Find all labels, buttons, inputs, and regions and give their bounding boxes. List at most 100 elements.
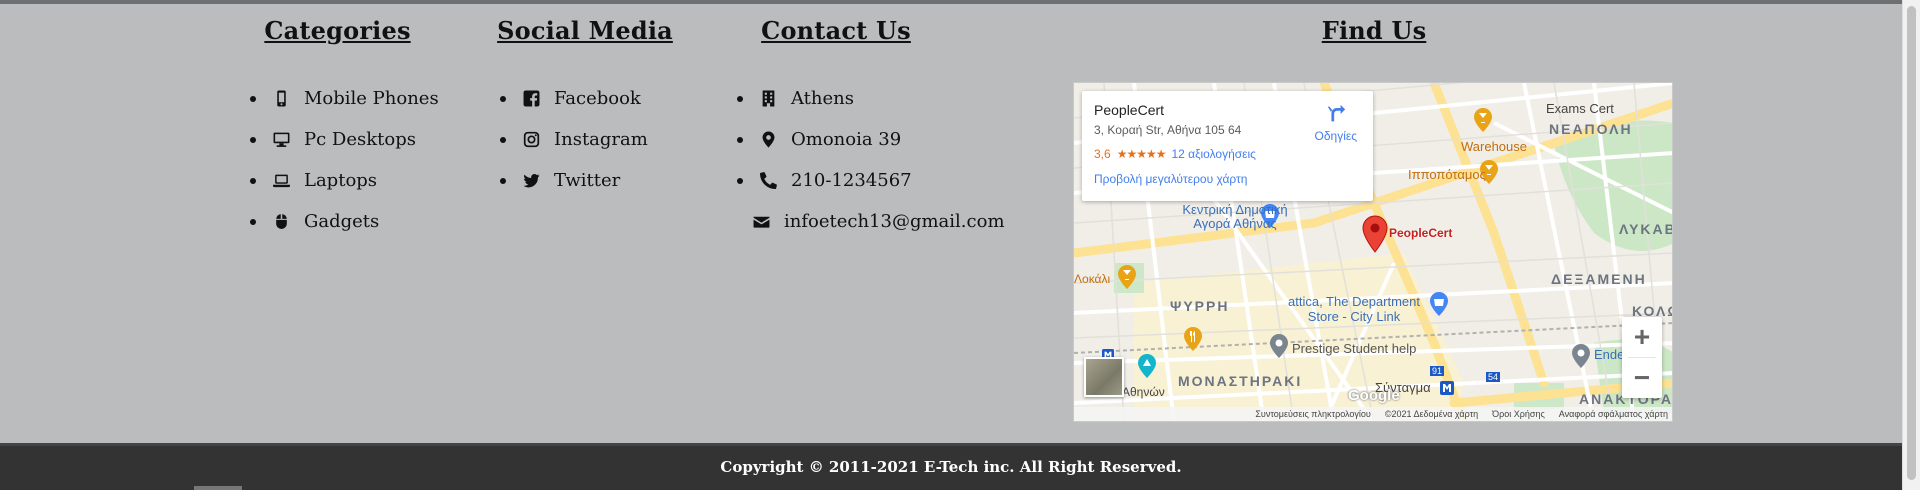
category-item-gadgets[interactable]: Gadgets — [250, 201, 445, 242]
scrollbar-thumb[interactable] — [1907, 6, 1916, 480]
social-label: Instagram — [554, 129, 648, 150]
bullet — [250, 177, 256, 184]
google-logo[interactable]: Google — [1348, 387, 1400, 404]
place-marker-icon[interactable] — [1268, 333, 1290, 359]
bar-marker-icon[interactable] — [1472, 107, 1494, 133]
category-label: Mobile Phones — [304, 88, 439, 109]
social-section: Social Media Facebook Instagram Twitter — [497, 16, 680, 201]
directions-button[interactable]: Οδηγίες — [1314, 103, 1358, 143]
place-info-card: PeopleCert 3, Κοραή Str, Αθήνα 105 64 3,… — [1082, 91, 1373, 201]
shopping-marker-icon[interactable] — [1428, 291, 1450, 317]
bullet — [500, 177, 506, 184]
map-label: ΔΕΞΑΜΕΝΗ — [1551, 271, 1647, 287]
social-item-twitter[interactable]: Twitter — [500, 160, 680, 201]
pin-label: PeopleCert — [1389, 226, 1453, 240]
bullet — [737, 177, 743, 184]
social-item-instagram[interactable]: Instagram — [500, 119, 680, 160]
map-label: attica, The Department Store - City Link — [1288, 294, 1420, 324]
contact-section: Contact Us Athens Omonoia 39 210-1234567… — [737, 16, 1005, 242]
rating-stars: ★★★★★ — [1116, 147, 1167, 161]
keyboard-shortcuts-link[interactable]: Συντομεύσεις πληκτρολογίου — [1255, 409, 1370, 419]
bullet — [737, 136, 743, 143]
metro-icon — [1440, 381, 1454, 395]
location-pin-icon[interactable] — [1362, 215, 1388, 253]
facebook-icon — [522, 90, 540, 108]
zoom-out-button[interactable]: − — [1622, 358, 1662, 398]
categories-list: Mobile Phones Pc Desktops Laptops Gadget… — [250, 78, 445, 242]
directions-label: Οδηγίες — [1314, 129, 1358, 143]
mobile-icon — [272, 90, 290, 108]
rating-value: 3,6 — [1094, 147, 1111, 161]
map-attribution-bar: Συντομεύσεις πληκτρολογίου ©2021 Δεδομέν… — [1074, 407, 1672, 421]
map-data-label: ©2021 Δεδομένα χάρτη — [1384, 409, 1479, 419]
bullet — [250, 218, 256, 225]
bullet — [500, 136, 506, 143]
bullet — [737, 95, 743, 102]
map-label: Λοκάλι — [1074, 272, 1111, 286]
map-label: ΨΥΡΡΗ — [1170, 298, 1230, 314]
reviews-link[interactable]: 12 αξιολογήσεις — [1171, 147, 1255, 161]
twitter-icon — [522, 172, 540, 190]
bar-marker-icon[interactable] — [1116, 264, 1138, 290]
building-icon — [759, 90, 777, 108]
find-us-section: Find Us — [1074, 16, 1674, 45]
satellite-thumbnail[interactable] — [1084, 357, 1124, 397]
map-label: ΝΕΑΠΟΛΗ — [1549, 121, 1633, 137]
map-label: Αθηνών — [1122, 385, 1165, 399]
restaurant-marker-icon[interactable] — [1182, 326, 1204, 352]
map-label: Κεντρική Δημοτική Αγορά Αθήνας — [1182, 202, 1288, 231]
contact-address: Omonoia 39 — [791, 129, 902, 150]
zoom-in-button[interactable]: + — [1622, 317, 1662, 357]
social-list: Facebook Instagram Twitter — [500, 78, 680, 201]
categories-section: Categories Mobile Phones Pc Desktops Lap… — [250, 16, 445, 242]
contact-item-city: Athens — [737, 78, 997, 119]
social-item-facebook[interactable]: Facebook — [500, 78, 680, 119]
vertical-scrollbar[interactable] — [1902, 0, 1920, 490]
envelope-icon — [753, 213, 770, 231]
copyright-text: Copyright © 2011-2021 E-Tech inc. All Ri… — [720, 458, 1182, 476]
map-label: Prestige Student help — [1292, 341, 1417, 356]
route-badge: 54 — [1486, 372, 1501, 382]
route-badge: 91 — [1430, 366, 1445, 376]
category-label: Pc Desktops — [304, 129, 416, 150]
map-label: ΛΥΚΑΒ — [1619, 221, 1673, 237]
footer-marker — [194, 486, 242, 490]
contact-heading: Contact Us — [761, 16, 911, 45]
bullet — [250, 136, 256, 143]
category-item-mobile-phones[interactable]: Mobile Phones — [250, 78, 445, 119]
contact-city: Athens — [791, 88, 854, 109]
report-error-link[interactable]: Αναφορά σφάλματος χάρτη — [1559, 409, 1668, 419]
attraction-marker-icon[interactable] — [1136, 353, 1158, 379]
social-label: Facebook — [554, 88, 641, 109]
social-label: Twitter — [554, 170, 621, 191]
map-marker-icon — [759, 131, 777, 149]
directions-icon — [1327, 104, 1345, 122]
place-marker-icon[interactable] — [1570, 343, 1592, 369]
bullet — [500, 95, 506, 102]
mouse-icon — [272, 213, 290, 231]
contact-email: infoetech13@gmail.com — [784, 211, 1005, 232]
contact-list: Athens Omonoia 39 210-1234567 infoetech1… — [737, 78, 1005, 242]
find-us-heading: Find Us — [1321, 16, 1427, 45]
map-label: ΜΟΝΑΣΤΗΡΑΚΙ — [1178, 373, 1303, 389]
terms-link[interactable]: Όροι Χρήσης — [1492, 409, 1545, 419]
phone-icon — [759, 172, 777, 190]
desktop-icon — [272, 131, 290, 149]
social-heading: Social Media — [497, 16, 673, 45]
category-label: Laptops — [304, 170, 378, 191]
category-item-pc-desktops[interactable]: Pc Desktops — [250, 119, 445, 160]
top-divider — [0, 0, 1902, 4]
place-rating: 3,6 ★★★★★ 12 αξιολογήσεις — [1094, 147, 1361, 161]
map-label: Exams Cert — [1546, 101, 1614, 116]
contact-item-email[interactable]: infoetech13@gmail.com — [737, 201, 1005, 242]
site-footer: Copyright © 2011-2021 E-Tech inc. All Ri… — [0, 443, 1902, 490]
google-map[interactable]: PeopleCert Exams Cert ΝΕΑΠΟΛΗ Warehouse … — [1073, 82, 1673, 422]
view-larger-map-link[interactable]: Προβολή μεγαλύτερου χάρτη — [1094, 172, 1361, 186]
map-label: Warehouse — [1461, 139, 1527, 154]
categories-heading: Categories — [264, 16, 411, 45]
instagram-icon — [522, 131, 540, 149]
contact-item-phone[interactable]: 210-1234567 — [737, 160, 997, 201]
category-item-laptops[interactable]: Laptops — [250, 160, 445, 201]
laptop-icon — [272, 172, 290, 190]
zoom-controls: + − — [1622, 317, 1662, 398]
